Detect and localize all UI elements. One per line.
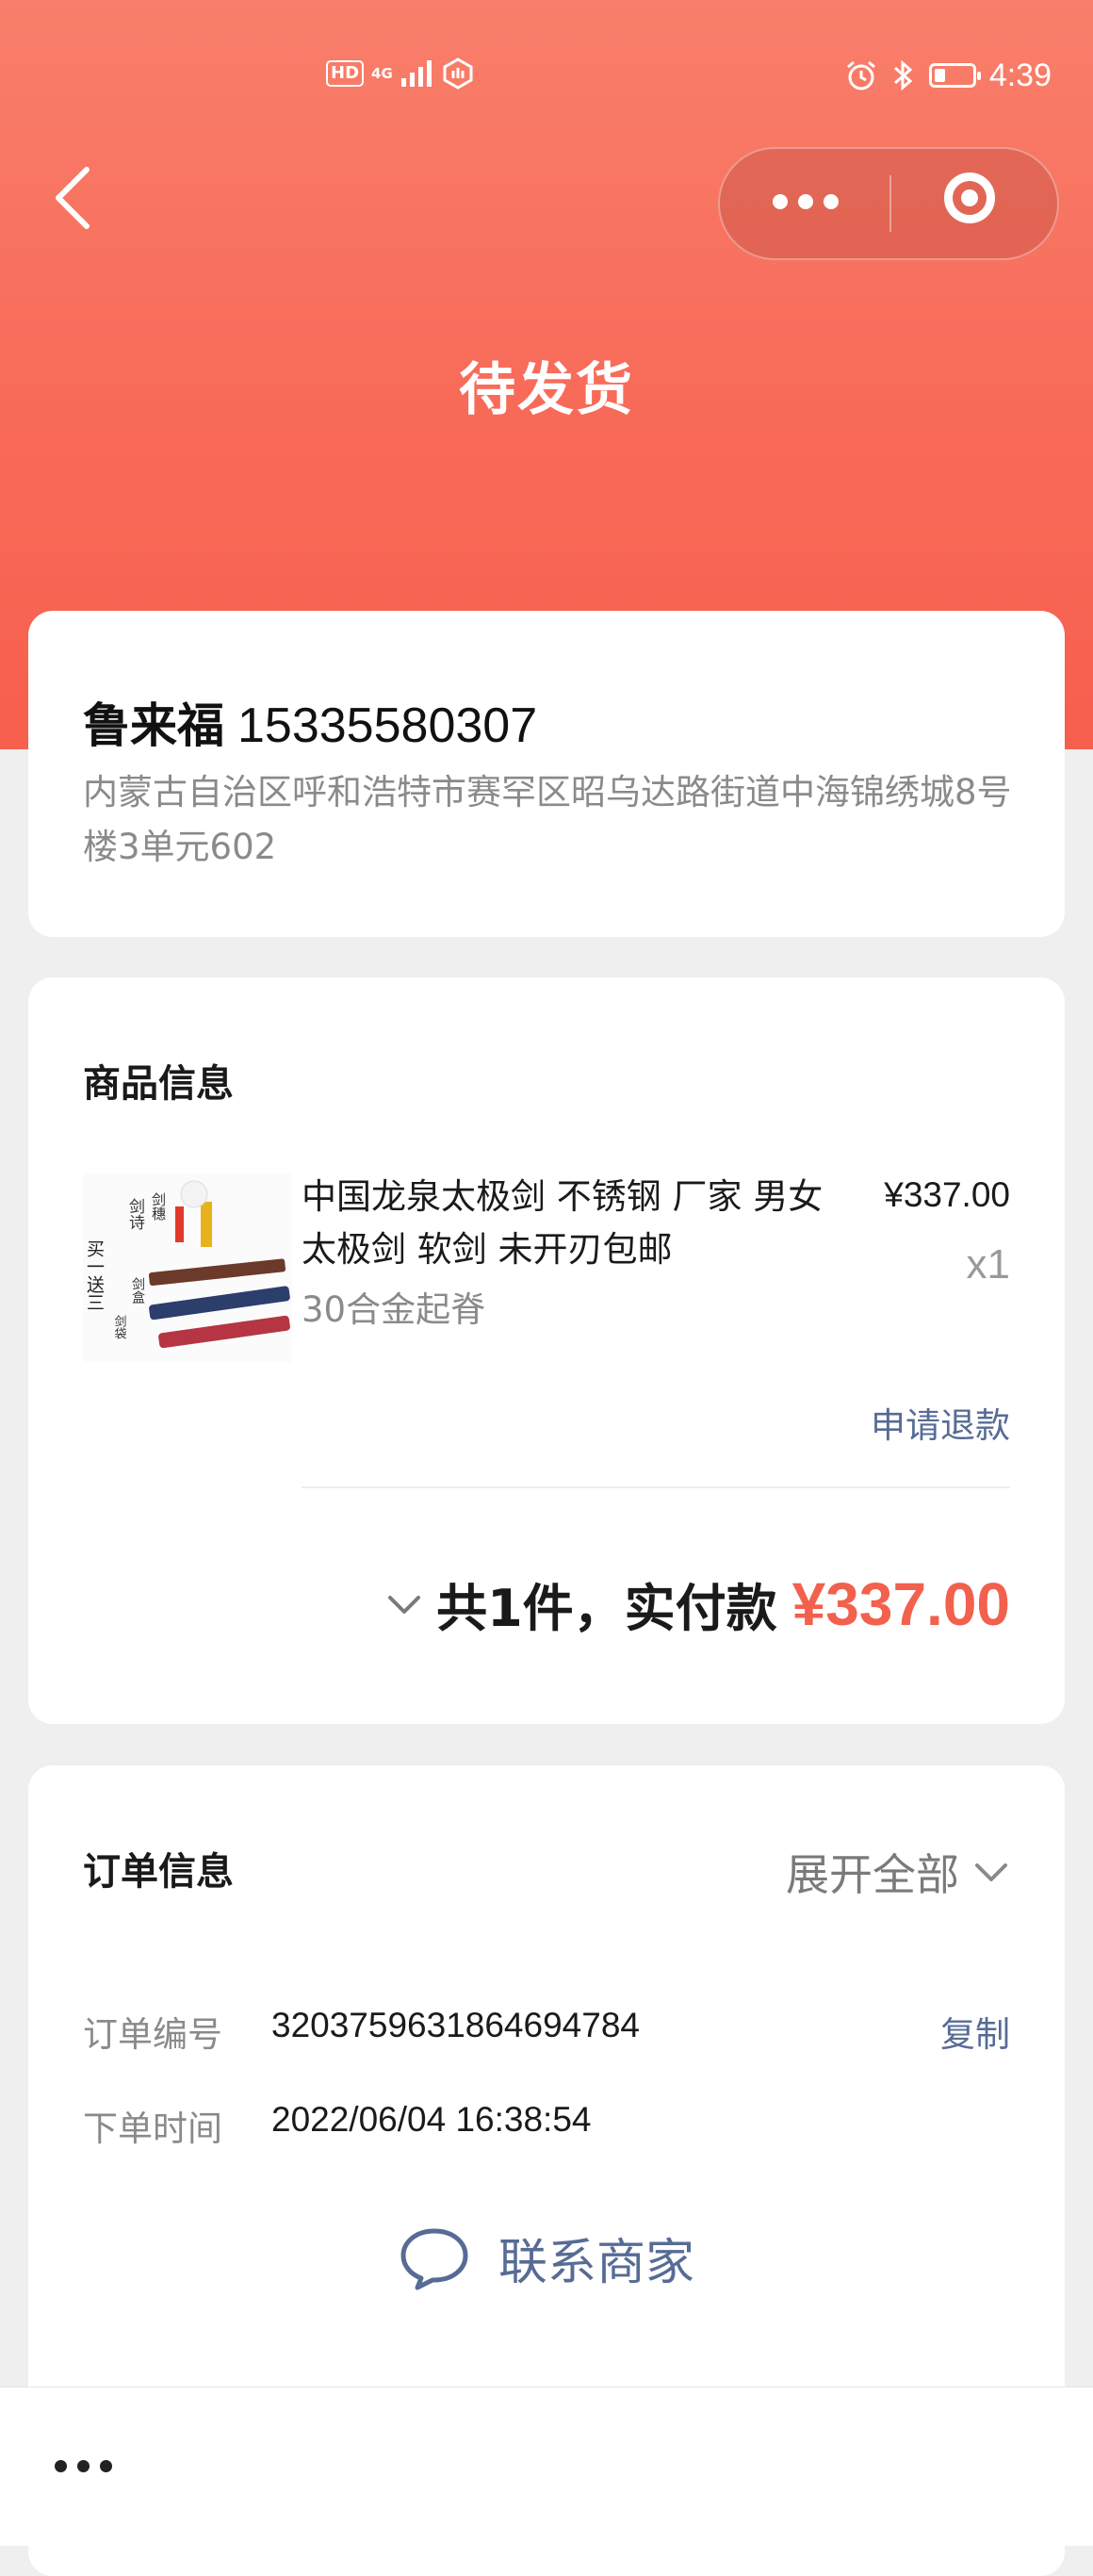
- product-quantity: x1: [966, 1241, 1010, 1288]
- network-type: 4G: [371, 64, 393, 82]
- address-detail: 内蒙古自治区呼和浩特市赛罕区昭乌达路街道中海锦绣城8号楼3单元602: [83, 772, 1012, 867]
- signal-icon: [400, 60, 432, 87]
- status-left: HD 4G: [326, 57, 474, 90]
- status-time: 4:39: [988, 57, 1052, 93]
- summary-count: 共1件，实付款: [436, 1579, 777, 1638]
- contact-merchant-label: 联系商家: [498, 2235, 694, 2291]
- summary-total: ¥337.00: [791, 1569, 1010, 1638]
- page-title: 待发货: [459, 357, 634, 423]
- product-thumbnail: 剑诗 剑穗 买一送三 剑盒 剑袋: [83, 1173, 292, 1362]
- mini-program-capsule: [718, 147, 1059, 260]
- chat-bubble-icon: [400, 2228, 468, 2289]
- product-image-text-1: 剑诗: [125, 1198, 145, 1230]
- contact-merchant-button[interactable]: 联系商家: [28, 2223, 1065, 2293]
- goods-divider: [302, 1486, 1010, 1488]
- product-image-text-5: 剑袋: [112, 1314, 127, 1339]
- order-time-label: 下单时间: [83, 2108, 222, 2149]
- expand-all-label: 展开全部: [786, 1849, 959, 1900]
- copy-button[interactable]: 复制: [940, 2006, 1010, 2057]
- chevron-down-icon: [975, 1863, 1007, 1881]
- product-image-text-3: 买一送三: [84, 1239, 105, 1311]
- recipient: 鲁来福 15335580307: [83, 688, 537, 756]
- goods-card: 商品信息 剑诗 剑穗 买一送三 剑盒 剑袋 中国龙泉太极剑 不锈钢 厂家 男女太…: [28, 977, 1065, 1724]
- expand-all-button[interactable]: 展开全部: [786, 1841, 1010, 1903]
- order-number-label: 订单编号: [83, 2014, 222, 2055]
- address-card[interactable]: 鲁来福 15335580307 内蒙古自治区呼和浩特市赛罕区昭乌达路街道中海锦绣城…: [28, 611, 1065, 937]
- hotspot-icon: [443, 57, 473, 90]
- recipient-phone: 15335580307: [237, 698, 538, 753]
- product-price: ¥337.00: [884, 1175, 1010, 1214]
- more-dots-icon: [773, 194, 788, 209]
- goods-section-title: 商品信息: [83, 1062, 234, 1106]
- close-button[interactable]: [891, 149, 1057, 258]
- chevron-left-icon: [56, 167, 90, 229]
- status-bar: HD 4G 4:39: [0, 52, 1093, 99]
- bottom-more-button[interactable]: [47, 2439, 132, 2496]
- back-button[interactable]: [47, 160, 104, 236]
- product-name[interactable]: 中国龙泉太极剑 不锈钢 厂家 男女太极剑 软剑 未开刃包邮: [302, 1171, 839, 1276]
- battery-fill: [934, 69, 945, 82]
- product-spec: 30合金起脊: [302, 1289, 486, 1330]
- order-summary: 共1件，实付款 ¥337.00: [385, 1567, 1010, 1641]
- hd-icon: HD: [326, 60, 365, 87]
- status-right: 4:39: [844, 52, 1052, 99]
- chevron-down-icon[interactable]: [385, 1585, 423, 1623]
- order-number: 3203759631864694784: [271, 2006, 640, 2044]
- bluetooth-icon: [893, 59, 913, 91]
- battery-icon: [928, 63, 981, 88]
- product-image[interactable]: 剑诗 剑穗 买一送三 剑盒 剑袋: [83, 1173, 292, 1362]
- alarm-icon: [846, 60, 875, 90]
- refund-button[interactable]: 申请退款: [871, 1397, 1010, 1448]
- product-image-text-2: 剑穗: [150, 1192, 167, 1221]
- order-section-title: 订单信息: [83, 1850, 234, 1894]
- bottom-bar: [0, 2387, 1093, 2546]
- product-image-text-4: 剑盒: [130, 1277, 145, 1304]
- recipient-name: 鲁来福: [83, 698, 224, 753]
- order-time: 2022/06/04 16:38:54: [271, 2100, 592, 2139]
- more-dots-icon: [55, 2460, 67, 2472]
- more-button[interactable]: [720, 149, 889, 258]
